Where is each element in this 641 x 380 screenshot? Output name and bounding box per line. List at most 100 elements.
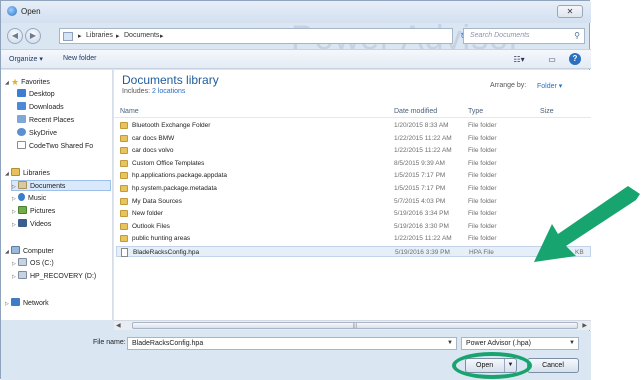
column-date-modified[interactable]: Date modified — [394, 108, 437, 115]
column-type[interactable]: Type — [468, 108, 483, 115]
library-includes: Includes: 2 locations — [122, 88, 185, 95]
scroll-left-icon[interactable]: ◀ — [116, 322, 121, 329]
cell-name: Bluetooth Exchange Folder — [132, 122, 211, 129]
sidebar-label: Favorites — [21, 79, 50, 86]
sidebar-item-os-drive[interactable]: ▷ OS (C:) — [12, 258, 54, 269]
cell-date-modified: 1/5/2015 7:17 PM — [394, 172, 446, 180]
sidebar-item-network[interactable]: ▷ Network — [5, 298, 49, 309]
file-icon — [121, 248, 128, 257]
table-row[interactable]: car docs BMW 1/22/2015 11:22 AM File folde… — [116, 133, 591, 144]
search-placeholder: Search Documents — [470, 32, 530, 39]
table-row[interactable]: Bluetooth Exchange Folder 1/20/2015 8:33 … — [116, 120, 591, 131]
breadcrumb-documents[interactable]: Documents — [124, 32, 159, 39]
open-dialog: Open ✕ Hewlett Packard Enterprise Power … — [0, 0, 591, 380]
breadcrumb-separator: ▸ — [78, 33, 82, 40]
sidebar-item-recovery-drive[interactable]: ▷ HP_RECOVERY (D:) — [12, 271, 96, 282]
arrange-by-label: Arrange by: — [490, 82, 527, 89]
sidebar-label: Music — [28, 195, 47, 202]
table-row[interactable]: hp.system.package.metadata 1/5/2015 7:17 … — [116, 183, 591, 194]
view-options-icon[interactable]: ☷▾ — [511, 53, 527, 66]
cell-name: car docs volvo — [132, 147, 174, 155]
arrange-by-dropdown[interactable]: Folder ▾ — [537, 82, 562, 90]
cell-date-modified: 8/5/2015 9:39 AM — [394, 159, 445, 167]
sidebar-item-music[interactable]: ▷ Music — [12, 193, 46, 204]
search-icon[interactable]: ⚲ — [574, 31, 580, 40]
pictures-icon — [18, 206, 27, 214]
file-name-label: File name: — [93, 339, 126, 346]
command-bar: Organize ▾ New folder ☷▾ ▭ ? — [1, 49, 591, 69]
sidebar-item-favorites[interactable]: ◢ ★ Favorites — [5, 77, 50, 88]
open-split-dropdown-icon[interactable]: ▼ — [504, 359, 516, 372]
file-name-input[interactable]: BladeRacksConfig.hpa ▼ — [127, 337, 457, 350]
breadcrumb-libraries[interactable]: Libraries — [86, 32, 113, 39]
back-arrow-icon[interactable]: ◀ — [7, 28, 23, 44]
breadcrumb-separator: ▸ — [160, 33, 164, 40]
cell-name: Custom Office Templates — [132, 159, 205, 167]
library-icon — [63, 32, 73, 41]
locations-link[interactable]: 2 locations — [152, 88, 185, 95]
chevron-down-icon[interactable]: ▼ — [447, 340, 453, 346]
address-bar[interactable]: ▸ Libraries ▸ Documents ▸ ▼ — [59, 28, 510, 44]
preview-pane-icon[interactable]: ▭ — [545, 53, 559, 66]
dialog-footer: File name: BladeRacksConfig.hpa ▼ Power … — [1, 331, 591, 380]
sidebar-item-skydrive[interactable]: SkyDrive — [17, 128, 57, 139]
document-icon — [17, 141, 26, 149]
table-row[interactable]: public hunting areas 1/22/2015 11:22 AM Fi… — [116, 233, 591, 244]
recent-places-icon — [17, 115, 26, 123]
app-icon — [7, 6, 17, 16]
scrollbar-thumb[interactable]: ||| — [132, 322, 578, 329]
table-row[interactable]: My Data Sources 5/7/2015 4:03 PM File fold… — [116, 196, 591, 207]
chevron-down-icon[interactable]: ▼ — [569, 340, 575, 346]
cell-name: New folder — [132, 210, 164, 218]
sidebar-label: Recent Places — [29, 117, 75, 124]
network-icon — [11, 298, 20, 306]
file-type-select[interactable]: Power Advisor (.hpa) ▼ — [461, 337, 579, 350]
column-name[interactable]: Name — [120, 108, 139, 115]
cancel-button[interactable]: Cancel — [527, 358, 579, 373]
includes-label: Includes: — [122, 88, 152, 95]
help-icon[interactable]: ? — [569, 53, 581, 65]
table-row[interactable]: New folder 5/19/2016 3:34 PM File folder — [116, 208, 591, 219]
open-button[interactable]: Open ▼ — [465, 358, 517, 373]
libraries-icon — [11, 168, 20, 176]
search-input[interactable]: Search Documents ⚲ — [463, 28, 585, 44]
cell-name: Outlook Files — [132, 222, 170, 230]
sidebar-item-computer[interactable]: ◢ Computer — [5, 246, 54, 257]
sidebar-label: Libraries — [23, 170, 50, 177]
library-title: Documents library — [122, 73, 219, 87]
sidebar-item-libraries[interactable]: ◢ Libraries — [5, 168, 50, 179]
sidebar-item-codetwo[interactable]: CodeTwo Shared Fo — [17, 141, 93, 152]
sidebar-item-documents[interactable]: ▷ Documents — [11, 180, 111, 191]
cell-type: File folder — [468, 159, 497, 167]
table-row[interactable]: hp.applications.package.appdata 1/5/2015 … — [116, 170, 591, 181]
sidebar-label: CodeTwo Shared Fo — [29, 143, 94, 150]
sidebar-item-desktop[interactable]: Desktop — [17, 89, 55, 100]
column-size[interactable]: Size — [540, 108, 554, 115]
cloud-icon — [17, 128, 26, 136]
documents-icon — [18, 181, 27, 189]
organize-menu[interactable]: Organize ▾ — [9, 55, 43, 63]
table-row[interactable]: Custom Office Templates 8/5/2015 9:39 AM F… — [116, 158, 591, 169]
horizontal-scrollbar[interactable]: ◀ ||| ▶ — [114, 320, 591, 330]
sidebar-label: SkyDrive — [29, 130, 58, 137]
navigation-pane: ◢ ★ Favorites Desktop Downloads Recent Pla… — [1, 70, 113, 320]
column-headers: Name Date modified Type Size — [114, 106, 591, 118]
downloads-icon — [17, 102, 26, 110]
cell-name: BladeRacksConfig.hpa — [133, 249, 200, 256]
sidebar-item-videos[interactable]: ▷ Videos — [12, 219, 51, 230]
table-row[interactable]: BladeRacksConfig.hpa 5/19/2016 3:39 PM HPA… — [116, 246, 591, 257]
cell-type: File folder — [468, 134, 497, 142]
close-button[interactable]: ✕ — [557, 5, 583, 18]
sidebar-label: Documents — [30, 183, 66, 190]
forward-arrow-icon[interactable]: ▶ — [25, 28, 41, 44]
sidebar-label: Network — [23, 300, 49, 307]
table-row[interactable]: Outlook Files 5/19/2016 3:30 PM File folde… — [116, 221, 591, 232]
cell-date-modified: 1/20/2015 8:33 AM — [394, 122, 449, 129]
scroll-right-icon[interactable]: ▶ — [582, 322, 587, 329]
sidebar-item-downloads[interactable]: Downloads — [17, 102, 64, 113]
new-folder-button[interactable]: New folder — [63, 55, 96, 62]
breadcrumb-separator: ▸ — [116, 33, 120, 40]
sidebar-item-pictures[interactable]: ▷ Pictures — [12, 206, 55, 217]
table-row[interactable]: car docs volvo 1/22/2015 11:22 AM File fol… — [116, 145, 591, 156]
sidebar-item-recent-places[interactable]: Recent Places — [17, 115, 74, 126]
